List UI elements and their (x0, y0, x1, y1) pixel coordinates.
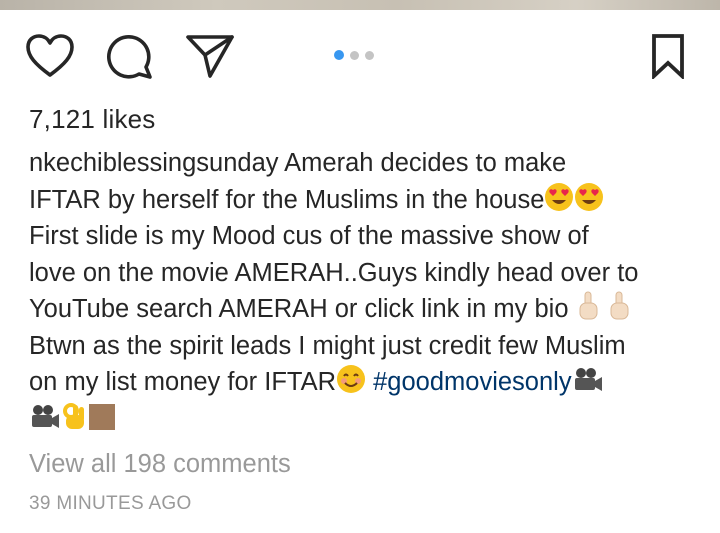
like-button[interactable] (22, 28, 78, 84)
carousel-dot (350, 50, 359, 60)
caption-text: IFTAR by herself for the Muslims in the … (29, 185, 545, 214)
caption-username[interactable]: nkechiblessingsunday (29, 149, 279, 177)
heart-eyes-emoji-icon (544, 182, 574, 212)
movie-camera-emoji-icon (29, 403, 61, 431)
save-button[interactable] (640, 28, 696, 84)
post-timestamp: 39 MINUTES AGO (29, 493, 192, 514)
share-button[interactable] (182, 28, 238, 84)
carousel-dot-active (334, 50, 344, 60)
brown-square-emoji-icon (87, 401, 117, 431)
caption-text: Amerah decides to make (278, 149, 567, 177)
hashtag-link[interactable]: #goodmoviesonly (373, 368, 571, 396)
caption-text: on my list money for IFTAR (29, 368, 337, 396)
post-caption: nkechiblessingsunday Amerah decides to m… (29, 145, 709, 437)
post-action-bar (0, 28, 720, 84)
pointing-up-emoji-icon (576, 291, 600, 321)
pointing-up-emoji-icon (607, 291, 631, 321)
caption-text: YouTube search AMERAH or click link in m… (29, 295, 569, 323)
movie-camera-emoji-icon (572, 366, 604, 394)
likes-count[interactable]: 7,121 likes (29, 104, 156, 135)
comment-button[interactable] (102, 28, 158, 84)
post-image-edge (0, 0, 720, 10)
carousel-indicator (334, 50, 374, 60)
caption-text: Btwn as the spirit leads I might just cr… (29, 331, 626, 360)
caption-text: First slide is my Mood cus of the massiv… (29, 222, 589, 250)
heart-eyes-emoji-icon (574, 182, 604, 212)
paper-plane-icon (184, 32, 236, 80)
carousel-dot (365, 50, 374, 60)
caption-text: love on the movie AMERAH..Guys kindly he… (29, 258, 639, 287)
ok-hand-emoji-icon (61, 401, 87, 431)
smiling-face-emoji-icon (336, 364, 366, 394)
view-all-comments-link[interactable]: View all 198 comments (29, 450, 291, 479)
bookmark-icon (650, 33, 686, 79)
heart-icon (25, 33, 75, 79)
speech-bubble-icon (105, 31, 155, 81)
